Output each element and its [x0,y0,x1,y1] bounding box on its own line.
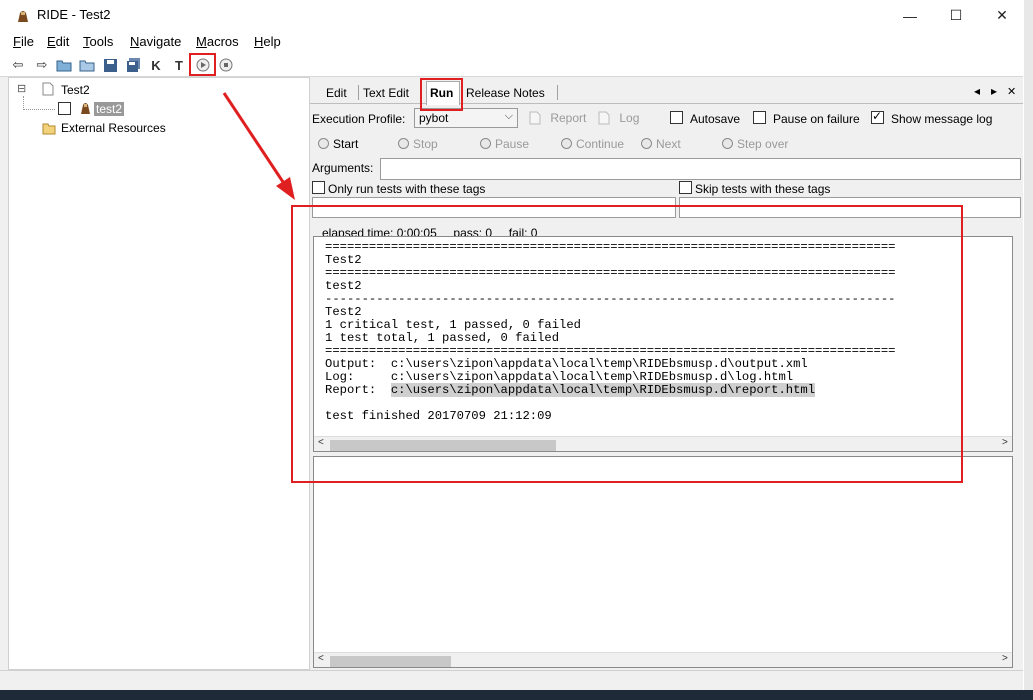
external-resources-folder-icon [42,123,56,135]
tree-line [23,109,55,110]
scroll-left-icon[interactable]: < [318,653,324,664]
open-folder-icon[interactable] [78,56,96,74]
log-doc-icon [598,111,610,125]
pause-icon [480,138,491,149]
menu-navigate[interactable]: Navigate [130,34,181,49]
title-bar: RIDE - Test2 — ☐ ✕ [0,0,1023,31]
forward-arrow-icon[interactable]: ⇨ [33,56,51,74]
menu-edit[interactable]: Edit [47,34,69,49]
scroll-thumb[interactable] [330,656,451,667]
pause-on-failure-label: Pause on failure [773,112,860,126]
maximize-button[interactable]: ☐ [933,0,979,31]
continue-button[interactable]: Continue [561,137,624,151]
tab-release-notes[interactable]: Release Notes [466,86,545,100]
tab-nav-left-icon[interactable]: ◂ [974,84,980,98]
close-button[interactable]: ✕ [979,0,1025,31]
tree-suite-test2[interactable]: Test2 [61,83,90,97]
chevron-down-icon: ⌵ [504,110,513,122]
next-button[interactable]: Next [641,137,681,151]
ride-app-icon [18,11,28,22]
report-doc-icon [529,111,541,125]
message-log[interactable]: < > [313,456,1013,668]
message-log-horizontal-scrollbar[interactable]: < > [314,652,1012,667]
background-window-edge [1024,0,1033,700]
step-over-icon [722,138,733,149]
tab-strip: Edit Text Edit Run Release Notes ◂ ▸ ✕ [310,77,1023,105]
save-all-icon[interactable] [124,56,142,74]
tab-separator [557,85,558,100]
save-icon[interactable] [101,56,119,74]
tree-test-test2[interactable]: test2 [94,102,125,116]
execution-profile-value: pybot [419,111,449,125]
step-over-button[interactable]: Step over [722,137,788,151]
stop-icon[interactable] [217,56,235,74]
autosave-checkbox[interactable] [670,111,683,124]
tab-text-edit[interactable]: Text Edit [363,86,409,100]
arguments-label: Arguments: [312,161,374,175]
stop-run-button[interactable]: Stop [398,137,438,151]
annotation-box-run-tab [420,78,463,111]
pause-button[interactable]: Pause [480,137,529,151]
test-checkbox[interactable] [58,102,71,115]
taskbar [0,690,1033,700]
execution-profile-label: Execution Profile: [312,112,406,126]
test-case-icon [81,103,90,114]
project-tree: ⊟ Test2 test2 External Resources [8,77,310,670]
menu-file[interactable]: File [13,34,34,49]
tab-nav-right-icon[interactable]: ▸ [991,84,997,98]
back-arrow-icon[interactable]: ⇦ [9,56,27,74]
only-run-tags-label: Only run tests with these tags [328,182,486,196]
tab-separator [358,85,359,100]
tab-edit[interactable]: Edit [326,86,347,100]
menu-help[interactable]: Help [254,34,281,49]
status-bar [0,670,1023,690]
next-icon [641,138,652,149]
toolbar: ⇦ ⇨ K T [0,53,1023,77]
tree-external-resources[interactable]: External Resources [61,121,166,135]
minimize-button[interactable]: — [887,0,933,31]
log-button[interactable]: Log [598,111,639,125]
scroll-right-icon[interactable]: > [1002,653,1008,664]
file-icon [42,82,54,96]
execution-profile-select[interactable]: pybot ⌵ [414,108,518,128]
annotation-box-run-icon [189,53,216,76]
play-icon [318,138,329,149]
skip-tags-checkbox[interactable] [679,181,692,194]
start-button[interactable]: Start [318,137,358,151]
window-title: RIDE - Test2 [37,7,111,22]
stop-circle-icon [398,138,409,149]
menu-macros[interactable]: Macros [196,34,239,49]
menu-bar: File Edit Tools Navigate Macros Help [0,31,1023,53]
continue-icon [561,138,572,149]
report-button[interactable]: Report [529,111,586,125]
keyword-search-icon[interactable]: K [147,56,165,74]
open-suite-icon[interactable] [55,56,73,74]
test-search-icon[interactable]: T [170,56,188,74]
autosave-label: Autosave [690,112,741,126]
arguments-input[interactable] [380,158,1021,180]
tab-close-icon[interactable]: ✕ [1007,85,1016,98]
menu-tools[interactable]: Tools [83,34,113,49]
skip-tags-label: Skip tests with these tags [695,182,831,196]
show-message-log-label: Show message log [891,112,993,126]
pause-on-failure-checkbox[interactable] [753,111,766,124]
only-run-tags-checkbox[interactable] [312,181,325,194]
collapse-icon[interactable]: ⊟ [17,82,26,95]
tree-line [23,96,24,110]
annotation-box-output [291,205,963,483]
scroll-right-icon[interactable]: > [1002,437,1008,448]
show-message-log-checkbox[interactable] [871,109,884,124]
